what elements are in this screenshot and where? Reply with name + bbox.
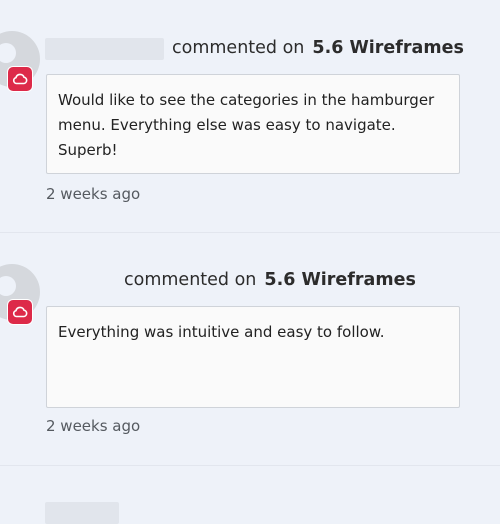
author-name[interactable] [45,502,119,524]
avatar-placeholder-icon [0,43,16,63]
comment-headline: commented on 5.6 Wireframes [124,269,416,291]
comment-item: commented on 5.6 Wireframes Everything wa… [0,233,500,524]
creative-cloud-icon [8,67,32,91]
avatar-placeholder-icon [0,276,16,296]
comment-item: commented on 5.6 Wireframes Would like to… [0,0,500,232]
divider [0,465,500,466]
target-link[interactable]: 5.6 Wireframes [264,270,415,290]
comment-body: Would like to see the categories in the … [46,74,460,174]
comment-timestamp: 2 weeks ago [46,185,141,203]
author-name[interactable] [45,38,164,60]
comment-body: Everything was intuitive and easy to fol… [46,306,460,408]
creative-cloud-icon [8,300,32,324]
comment-action: commented on [172,38,305,58]
activity-feed: commented on 5.6 Wireframes Would like to… [0,0,500,524]
target-link[interactable]: 5.6 Wireframes [312,38,463,58]
comment-timestamp: 2 weeks ago [46,417,141,435]
comment-action: commented on [124,270,257,290]
comment-headline: commented on 5.6 Wireframes [172,37,464,59]
